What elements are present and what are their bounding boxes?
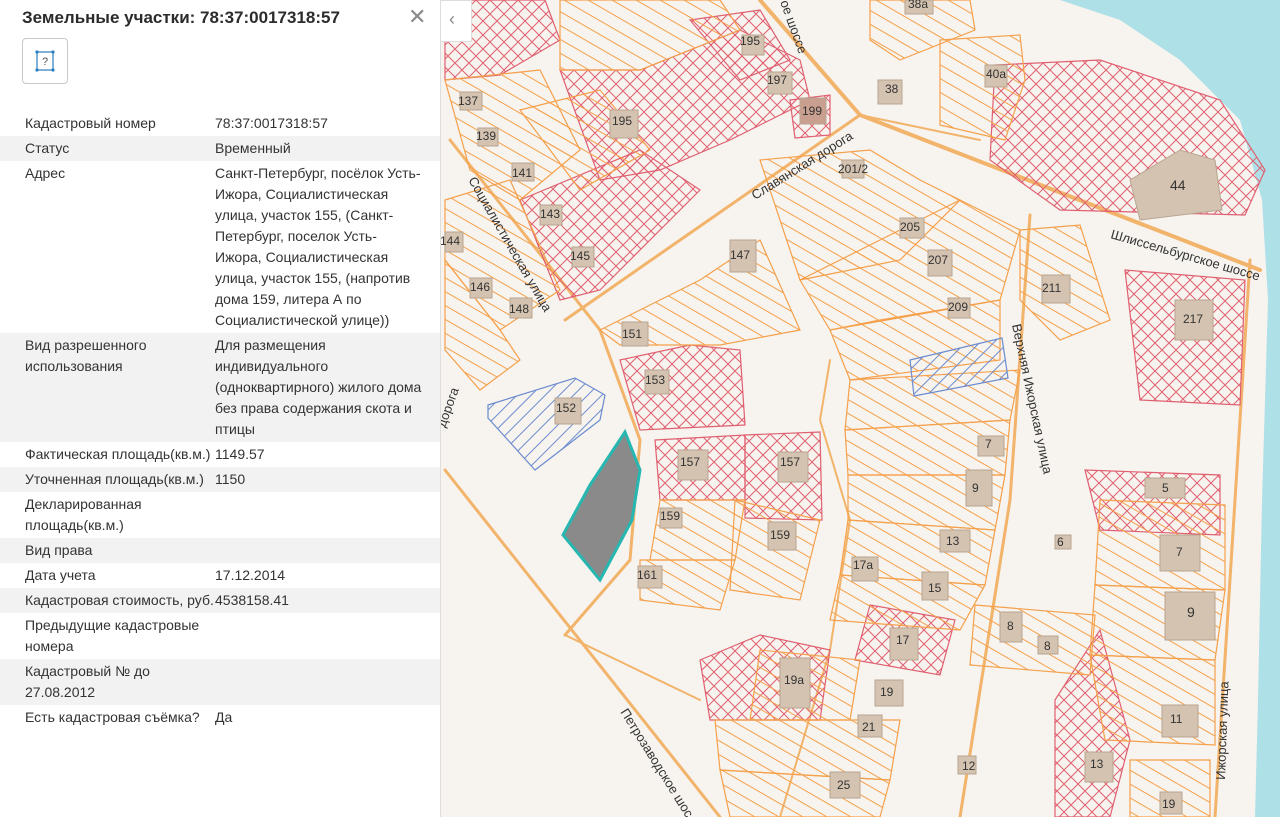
table-row: Предыдущие кадастровые номера bbox=[25, 617, 200, 654]
feature-info-button[interactable]: ? bbox=[22, 38, 68, 84]
house-number: 137 bbox=[458, 94, 478, 108]
house-number: 144 bbox=[440, 234, 460, 248]
house-number: 19 bbox=[880, 685, 894, 699]
table-row: Вид разрешенного использования Для размещ… bbox=[0, 333, 440, 442]
house-number: 199 bbox=[802, 104, 822, 118]
house-number: 152 bbox=[556, 401, 576, 415]
house-number: 19а bbox=[784, 673, 804, 687]
house-number: 207 bbox=[928, 253, 948, 267]
house-number: 151 bbox=[622, 327, 642, 341]
house-number: 8 bbox=[1007, 619, 1014, 633]
house-number: 159 bbox=[660, 509, 680, 523]
house-number: 38 bbox=[885, 82, 899, 96]
house-number: 12 bbox=[962, 759, 976, 773]
house-number: 139 bbox=[476, 129, 496, 143]
table-row: Кадастровый номер 78:37:0017318:57 bbox=[25, 115, 328, 131]
chevron-left-icon: ‹ bbox=[449, 9, 455, 29]
house-number: 217 bbox=[1183, 312, 1203, 326]
house-number: 15 bbox=[928, 581, 942, 595]
house-number: 6 bbox=[1057, 535, 1064, 549]
house-number: 19 bbox=[1162, 797, 1176, 811]
house-number: 195 bbox=[740, 34, 760, 48]
house-number: 153 bbox=[645, 373, 665, 387]
house-number: 148 bbox=[509, 302, 529, 316]
table-row: Дата учета 17.12.2014 bbox=[25, 567, 286, 583]
house-number: 5 bbox=[1162, 481, 1169, 495]
house-number: 197 bbox=[767, 73, 787, 87]
house-number: 40а bbox=[986, 67, 1006, 81]
house-number: 17а bbox=[853, 558, 873, 572]
house-number: 8 bbox=[1044, 639, 1051, 653]
question-square-icon: ? bbox=[35, 50, 55, 72]
house-number: 13 bbox=[946, 534, 960, 548]
house-number: 146 bbox=[470, 280, 490, 294]
house-number: 157 bbox=[780, 455, 800, 469]
table-row: Декларированная площадь(кв.м.) bbox=[25, 496, 142, 533]
panel-title: Земельные участки: 78:37:0017318:57 bbox=[22, 8, 340, 27]
info-panel: Земельные участки: 78:37:0017318:57 ✕ ? … bbox=[0, 0, 441, 817]
attributes-table: Кадастровый номер 78:37:0017318:57 Статус… bbox=[0, 111, 440, 730]
house-number: 11 bbox=[1170, 712, 1183, 726]
house-number: 9 bbox=[972, 481, 979, 495]
house-number: 195 bbox=[612, 114, 632, 128]
house-number: 145 bbox=[570, 249, 590, 263]
table-row: Уточненная площадь(кв.м.) 1150 bbox=[0, 467, 440, 492]
table-row: Кадастровый № до 27.08.2012 bbox=[0, 659, 440, 705]
house-number: 143 bbox=[540, 207, 560, 221]
svg-text:?: ? bbox=[42, 56, 48, 68]
collapse-panel-button[interactable]: ‹ bbox=[441, 0, 472, 42]
house-number: 7 bbox=[985, 437, 992, 451]
table-row: Кадастровая стоимость, руб. 4538158.41 bbox=[0, 588, 440, 613]
house-number: 157 bbox=[680, 455, 700, 469]
house-number: 21 bbox=[862, 720, 876, 734]
house-number: 211 bbox=[1042, 281, 1061, 295]
house-number: 17 bbox=[896, 633, 910, 647]
table-row: Есть кадастровая съёмка? Да bbox=[25, 709, 233, 725]
table-row: Адрес Санкт-Петербург, посёлок Усть-Ижора… bbox=[25, 165, 421, 328]
house-number: 159 bbox=[770, 528, 790, 542]
house-number: 201/2 bbox=[838, 162, 868, 176]
house-number: 147 bbox=[730, 248, 750, 262]
house-number: 38а bbox=[908, 0, 928, 11]
house-number: 13 bbox=[1090, 757, 1104, 771]
house-number: 209 bbox=[948, 300, 968, 314]
house-number: 9 bbox=[1187, 604, 1195, 620]
house-number: 44 bbox=[1170, 177, 1186, 193]
house-number: 141 bbox=[512, 166, 532, 180]
table-row: Статус Временный bbox=[0, 136, 440, 161]
table-row: Вид права bbox=[0, 538, 440, 563]
house-number: 161 bbox=[637, 568, 657, 582]
close-icon[interactable]: ✕ bbox=[408, 6, 426, 28]
house-number: 7 bbox=[1176, 545, 1183, 559]
table-row: Фактическая площадь(кв.м.) 1149.57 bbox=[25, 446, 265, 462]
house-number: 25 bbox=[837, 778, 851, 792]
house-number: 205 bbox=[900, 220, 920, 234]
